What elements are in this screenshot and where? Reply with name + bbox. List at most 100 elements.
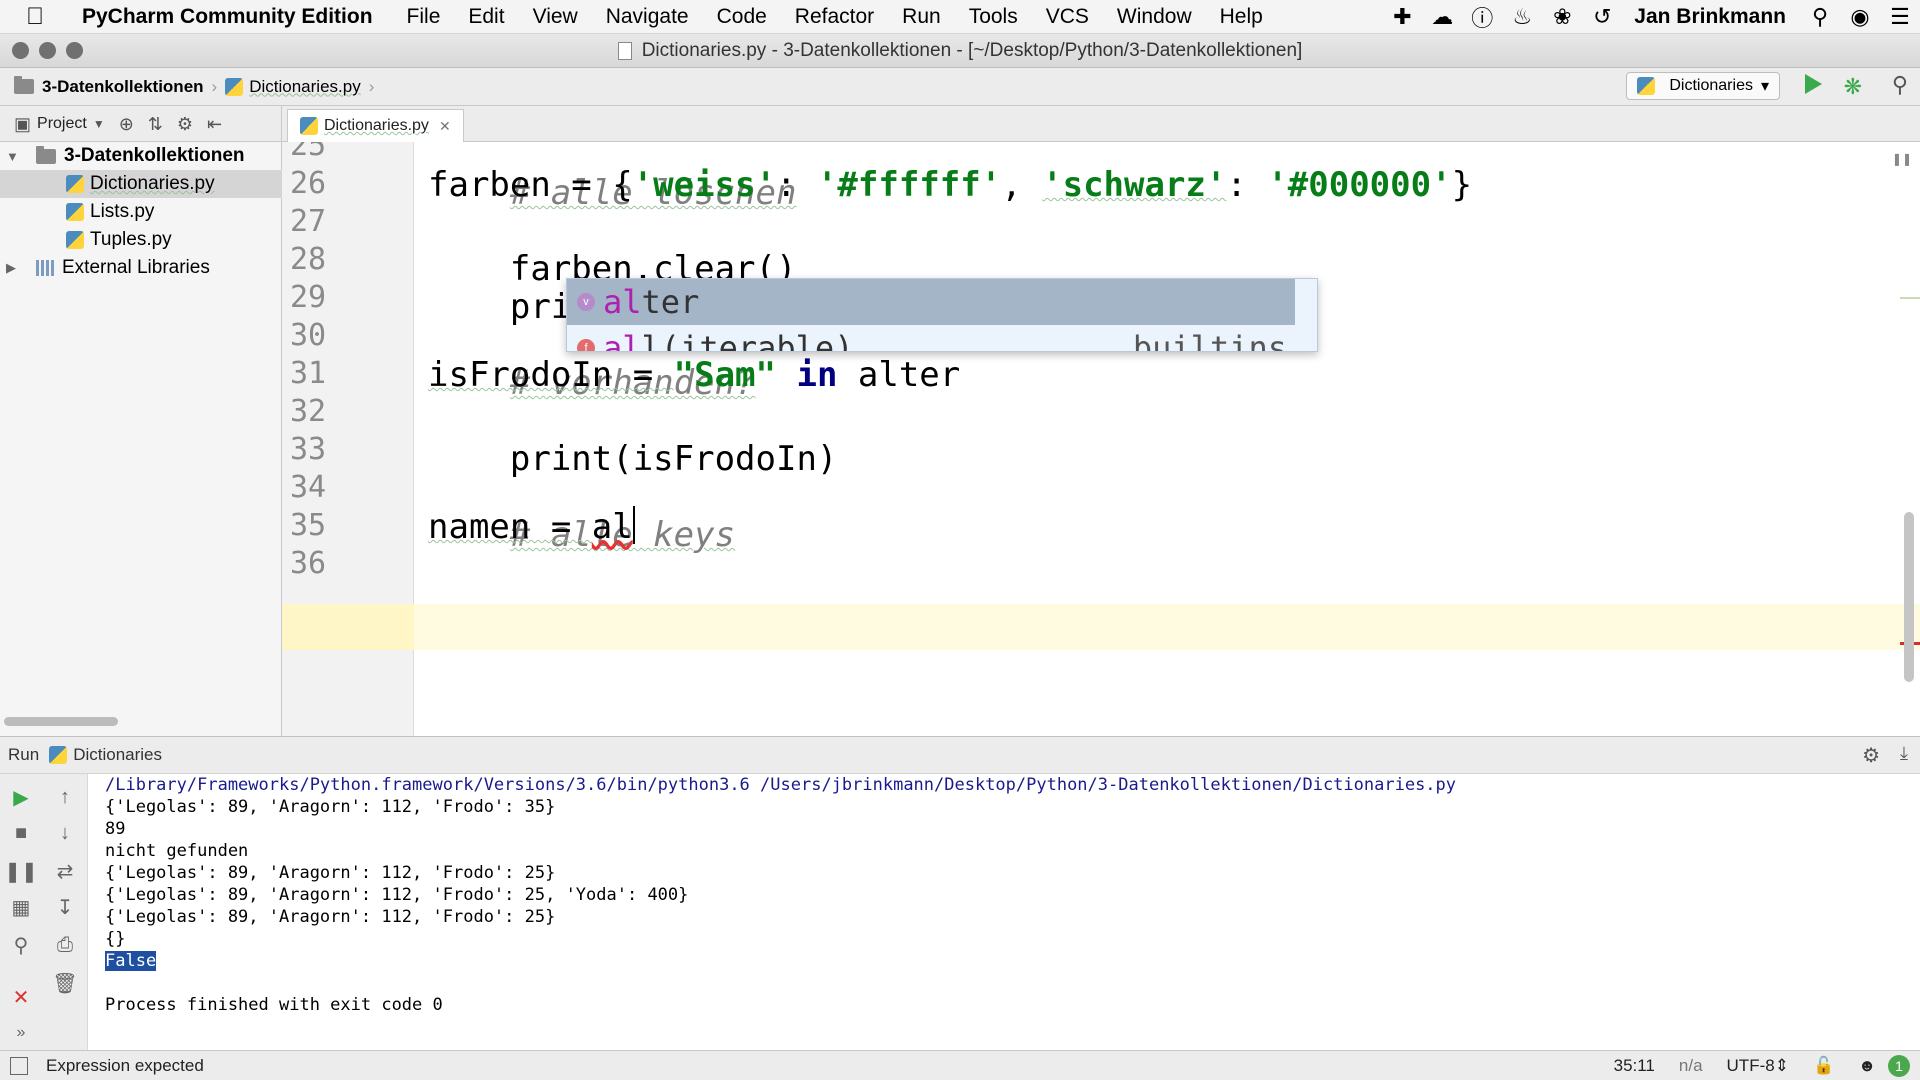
search-everywhere-icon[interactable]: ⚲ (1892, 72, 1908, 98)
trash-icon[interactable]: 🗑 (50, 968, 80, 998)
menu-file[interactable]: File (407, 5, 441, 29)
event-log-badge[interactable]: 1 (1888, 1055, 1910, 1077)
python-file-icon (49, 746, 68, 764)
console-line[interactable]: /Library/Frameworks/Python.framework/Ver… (105, 774, 1456, 796)
hide-panel-icon[interactable]: ⇤ (207, 114, 222, 135)
apple-menu-icon[interactable]:  (26, 3, 62, 31)
menu-help[interactable]: Help (1220, 5, 1263, 29)
more-icon[interactable]: » (6, 1018, 36, 1048)
password-manager-icon[interactable]: ⓘ (1468, 3, 1496, 31)
run-console-output[interactable]: /Library/Frameworks/Python.framework/Ver… (88, 774, 1920, 1050)
libraries-icon (36, 260, 54, 276)
menu-run[interactable]: Run (902, 5, 941, 29)
time-machine-icon[interactable]: ↺ (1588, 3, 1616, 31)
print-icon[interactable]: ⎙ (50, 930, 80, 960)
breadcrumb-project[interactable]: 3-Datenkollektionen (14, 76, 204, 97)
cloud-sync-icon[interactable]: ☁ (1428, 3, 1456, 31)
collapse-all-icon[interactable]: ⇅ (148, 114, 163, 135)
debug-bug-icon[interactable]: ❋ (1844, 74, 1862, 100)
bell-icon[interactable]: ♨ (1508, 3, 1536, 31)
tab-dictionaries[interactable]: Dictionaries.py ✕ (287, 109, 464, 142)
menu-view[interactable]: View (533, 5, 578, 29)
console-line: Process finished with exit code 0 (105, 995, 443, 1015)
dropbox-icon[interactable]: ✚ (1388, 3, 1416, 31)
file-encoding[interactable]: UTF-8⇕ (1727, 1056, 1789, 1076)
stop-icon[interactable]: ■ (6, 818, 36, 848)
line-separator[interactable]: n/a (1679, 1056, 1703, 1076)
pin-icon[interactable]: ⚲ (6, 930, 36, 960)
text-caret (632, 506, 635, 544)
tree-item-project-root[interactable]: ▼ 3-Datenkollektionen (0, 142, 282, 170)
autocomplete-item-all[interactable]: f al l(iterable) builtins (567, 325, 1317, 351)
scroll-to-end-icon[interactable]: ↧ (50, 892, 80, 922)
autocomplete-item-alter[interactable]: v al ter (567, 279, 1295, 325)
tool-windows-toggle-icon[interactable] (10, 1056, 28, 1075)
folder-icon (36, 145, 56, 164)
tree-item-dictionaries[interactable]: Dictionaries.py (0, 170, 282, 198)
run-toolbar: ▶ ↑ ■ ↓ ❚❚ ⇄ ▦ ↧ ⚲ ⎙ 🗑 ✕ » (0, 774, 88, 1050)
zoom-window-button[interactable] (66, 42, 83, 59)
change-marker (1900, 297, 1920, 299)
locate-file-icon[interactable]: ⊕ (119, 114, 134, 135)
menu-window[interactable]: Window (1117, 5, 1192, 29)
caret-position[interactable]: 35:11 (1614, 1056, 1655, 1076)
line-number: 29 (290, 280, 327, 315)
menu-edit[interactable]: Edit (468, 5, 504, 29)
python-file-icon (66, 175, 84, 193)
leaf-icon[interactable]: ❀ (1548, 3, 1576, 31)
python-file-icon (1637, 77, 1656, 95)
console-line: {'Legolas': 89, 'Aragorn': 112, 'Frodo':… (105, 797, 556, 817)
lock-icon[interactable]: 🔓 (1813, 1056, 1834, 1076)
menu-code[interactable]: Code (717, 5, 767, 29)
code-editor[interactable]: 25 26 27 28 29 30 31 32 33 34 35 36 # al… (282, 142, 1920, 736)
vertical-scrollbar[interactable] (1904, 512, 1914, 682)
restore-layout-icon[interactable]: ▦ (6, 892, 36, 922)
tree-item-external-libraries[interactable]: ▶ External Libraries (0, 254, 282, 282)
breadcrumb-file[interactable]: Dictionaries.py (225, 77, 361, 97)
console-line: 89 (105, 819, 126, 839)
settings-gear-icon[interactable]: ⚙ (177, 114, 193, 135)
run-panel-label[interactable]: Run (8, 745, 39, 765)
app-menu[interactable]: PyCharm Community Edition (82, 5, 373, 29)
line-number: 32 (290, 394, 327, 429)
user-name[interactable]: Jan Brinkmann (1634, 5, 1786, 29)
soft-wrap-icon[interactable]: ⇄ (50, 856, 80, 886)
run-panel-header: Run Dictionaries ⚙ ⤓ (0, 736, 1920, 774)
hide-panel-icon[interactable]: ⤓ (1900, 743, 1908, 764)
line-number: 33 (290, 432, 327, 467)
arrow-up-icon[interactable]: ↑ (50, 782, 80, 812)
menu-refactor[interactable]: Refactor (795, 5, 874, 29)
horizontal-scrollbar[interactable] (4, 717, 118, 726)
menu-vcs[interactable]: VCS (1046, 5, 1089, 29)
inspection-status-icon[interactable]: ❚❚ (1892, 152, 1912, 166)
expand-arrow-icon[interactable]: ▼ (6, 149, 20, 164)
chevron-down-icon[interactable]: ▼ (93, 117, 105, 131)
run-tab-dictionaries[interactable]: Dictionaries (73, 745, 162, 765)
siri-icon[interactable]: ◉ (1846, 3, 1874, 31)
expand-arrow-icon[interactable]: ▶ (6, 260, 20, 276)
line-number: 34 (290, 470, 327, 505)
close-tab-icon[interactable]: ✕ (439, 118, 451, 135)
folder-icon (14, 76, 34, 94)
run-button[interactable] (1805, 74, 1822, 94)
close-window-button[interactable] (12, 42, 29, 59)
tree-item-tuples[interactable]: Tuples.py (0, 226, 282, 254)
menu-tools[interactable]: Tools (969, 5, 1018, 29)
tree-item-lists[interactable]: Lists.py (0, 198, 282, 226)
current-line-highlight (282, 604, 1920, 650)
project-view-select[interactable]: Project (37, 115, 87, 133)
rerun-icon[interactable]: ▶ (6, 782, 36, 812)
arrow-down-icon[interactable]: ↓ (50, 818, 80, 848)
close-run-icon[interactable]: ✕ (6, 982, 36, 1012)
run-configuration-select[interactable]: Dictionaries ▾ (1626, 72, 1780, 100)
menu-navigate[interactable]: Navigate (606, 5, 689, 29)
minimize-window-button[interactable] (39, 42, 56, 59)
pause-icon[interactable]: ❚❚ (4, 856, 38, 886)
spotlight-search-icon[interactable]: ⚲ (1806, 3, 1834, 31)
function-icon: f (577, 339, 595, 351)
breadcrumb-separator: › (368, 76, 375, 96)
notification-center-icon[interactable]: ☰ (1886, 3, 1914, 31)
variable-icon: v (577, 293, 595, 311)
inspector-icon[interactable]: ☻ (1858, 1056, 1876, 1076)
settings-gear-icon[interactable]: ⚙ (1862, 743, 1880, 768)
